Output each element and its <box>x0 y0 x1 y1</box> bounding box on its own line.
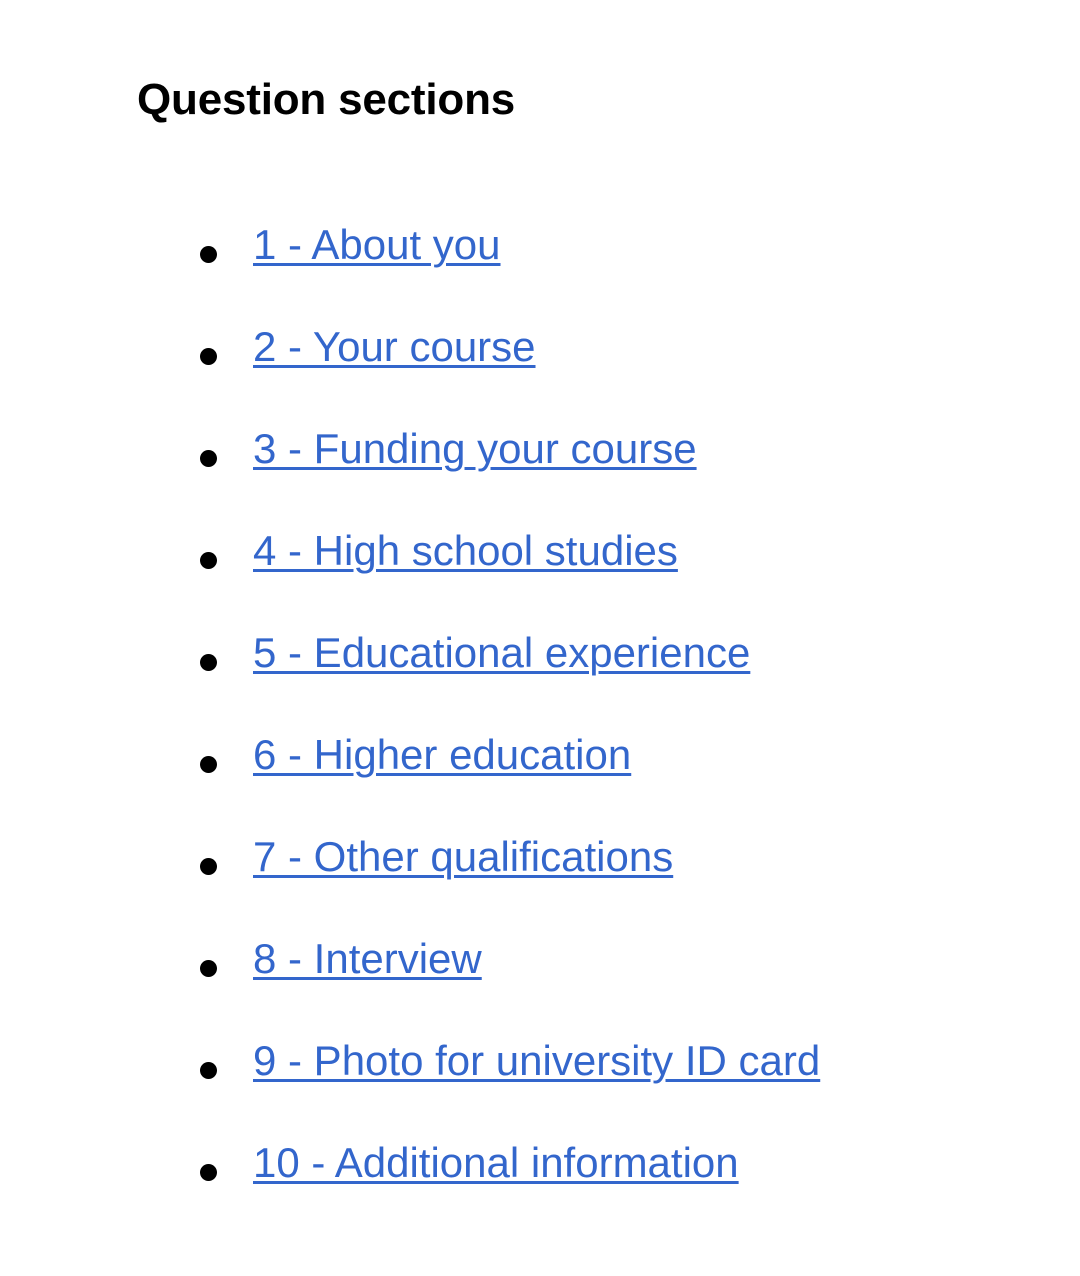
question-sections-list: 1 - About you 2 - Your course 3 - Fundin… <box>0 218 1080 1238</box>
bullet-dot-icon <box>200 1164 217 1181</box>
list-item: 7 - Other qualifications <box>0 830 1080 932</box>
sidebar-item-higher-education[interactable]: 6 - Higher education <box>253 728 631 782</box>
sidebar-item-your-course[interactable]: 2 - Your course <box>253 320 536 374</box>
sidebar-item-high-school-studies[interactable]: 4 - High school studies <box>253 524 678 578</box>
sidebar-item-additional-information[interactable]: 10 - Additional information <box>253 1136 739 1190</box>
bullet-dot-icon <box>200 450 217 467</box>
bullet-dot-icon <box>200 1062 217 1079</box>
list-item: 10 - Additional information <box>0 1136 1080 1238</box>
list-item: 4 - High school studies <box>0 524 1080 626</box>
list-item: 2 - Your course <box>0 320 1080 422</box>
list-item: 1 - About you <box>0 218 1080 320</box>
bullet-dot-icon <box>200 960 217 977</box>
bullet-dot-icon <box>200 654 217 671</box>
list-item: 8 - Interview <box>0 932 1080 1034</box>
sidebar-item-funding-your-course[interactable]: 3 - Funding your course <box>253 422 697 476</box>
sidebar-item-about-you[interactable]: 1 - About you <box>253 218 501 272</box>
bullet-dot-icon <box>200 246 217 263</box>
page-root: Question sections 1 - About you 2 - Your… <box>0 0 1080 1276</box>
page-title: Question sections <box>137 75 516 124</box>
list-item: 5 - Educational experience <box>0 626 1080 728</box>
bullet-dot-icon <box>200 348 217 365</box>
sidebar-item-educational-experience[interactable]: 5 - Educational experience <box>253 626 750 680</box>
list-item: 6 - Higher education <box>0 728 1080 830</box>
bullet-dot-icon <box>200 858 217 875</box>
sidebar-item-other-qualifications[interactable]: 7 - Other qualifications <box>253 830 673 884</box>
list-item: 9 - Photo for university ID card <box>0 1034 1080 1136</box>
bullet-dot-icon <box>200 552 217 569</box>
sidebar-item-interview[interactable]: 8 - Interview <box>253 932 482 986</box>
bullet-dot-icon <box>200 756 217 773</box>
list-item: 3 - Funding your course <box>0 422 1080 524</box>
sidebar-item-photo-for-university-id-card[interactable]: 9 - Photo for university ID card <box>253 1034 820 1088</box>
